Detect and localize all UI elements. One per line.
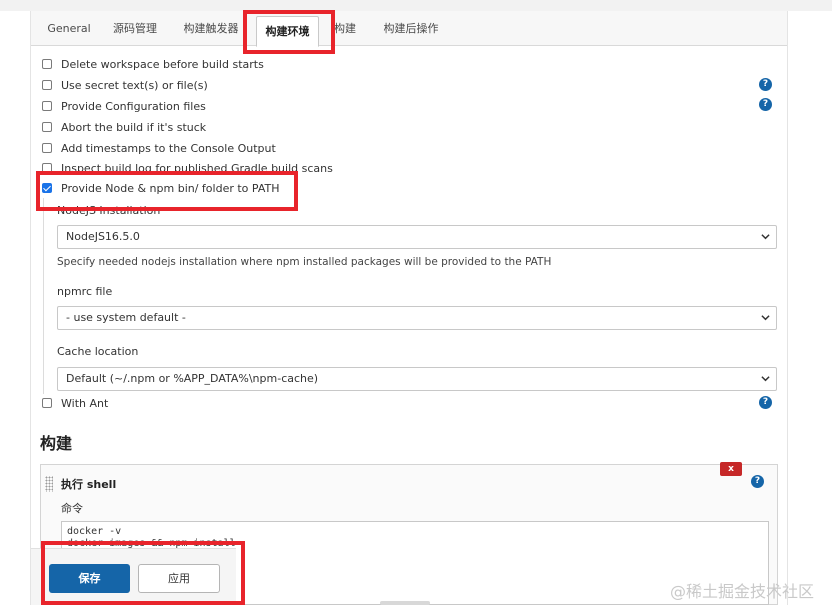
build-step-title: 执行 shell [61,478,117,491]
secret-text-checkbox[interactable] [42,80,52,90]
nodejs-installation-select[interactable]: NodeJS16.5.0 [57,225,777,249]
tab-source-control[interactable]: 源码管理 [105,17,165,46]
top-strip [0,0,832,11]
npmrc-label: npmrc file [57,285,113,298]
timestamps-checkbox[interactable] [42,143,52,153]
with-ant-checkbox[interactable] [42,398,52,408]
option-label: With Ant [61,396,109,410]
help-icon[interactable]: ? [759,396,772,409]
option-delete-workspace[interactable]: Delete workspace before build starts [42,55,264,73]
option-label: Abort the build if it's stuck [61,120,207,134]
config-tabs: General 源码管理 构建触发器 构建环境 构建 构建后操作 [31,11,787,47]
drag-handle-icon[interactable] [45,476,53,492]
option-label: Add timestamps to the Console Output [61,141,276,155]
chevron-down-icon [761,315,770,321]
npmrc-select[interactable]: - use system default - [57,306,777,330]
highlight-box-buttons [41,541,245,605]
delete-step-button[interactable]: x [720,462,742,476]
cache-location-value: Default (~/.npm or %APP_DATA%\npm-cache) [66,372,319,385]
command-label: 命令 [61,502,83,515]
option-timestamps[interactable]: Add timestamps to the Console Output [42,139,276,157]
cache-location-label: Cache location [57,345,139,358]
chevron-down-icon [761,234,770,240]
option-with-ant[interactable]: With Ant [42,394,108,412]
watermark: @稀土掘金技术社区 [670,582,815,601]
help-icon[interactable]: ? [759,98,772,111]
config-files-checkbox[interactable] [42,101,52,111]
option-label: Provide Configuration files [61,99,206,113]
delete-workspace-checkbox[interactable] [42,59,52,69]
option-config-files[interactable]: Provide Configuration files [42,97,206,115]
nodejs-installation-description: Specify needed nodejs installation where… [57,256,552,268]
help-icon[interactable]: ? [751,475,764,488]
npmrc-value: - use system default - [66,311,186,324]
tab-build-triggers[interactable]: 构建触发器 [175,17,247,46]
option-label: Delete workspace before build starts [61,57,264,71]
option-secret-text[interactable]: Use secret text(s) or file(s) [42,76,208,94]
build-section-title: 构建 [40,434,73,453]
horizontal-scrollbar[interactable] [380,601,430,605]
subsection-divider [43,198,44,394]
option-label: Use secret text(s) or file(s) [61,78,208,92]
highlight-box-tab [243,10,335,54]
nodejs-installation-value: NodeJS16.5.0 [66,230,140,243]
abort-stuck-checkbox[interactable] [42,122,52,132]
cache-location-select[interactable]: Default (~/.npm or %APP_DATA%\npm-cache) [57,367,777,391]
highlight-box-node-option [36,171,298,211]
tab-post-build[interactable]: 构建后操作 [375,17,447,46]
chevron-down-icon [761,376,770,382]
help-icon[interactable]: ? [759,78,772,91]
option-abort-stuck[interactable]: Abort the build if it's stuck [42,118,206,136]
tab-general[interactable]: General [41,17,97,46]
